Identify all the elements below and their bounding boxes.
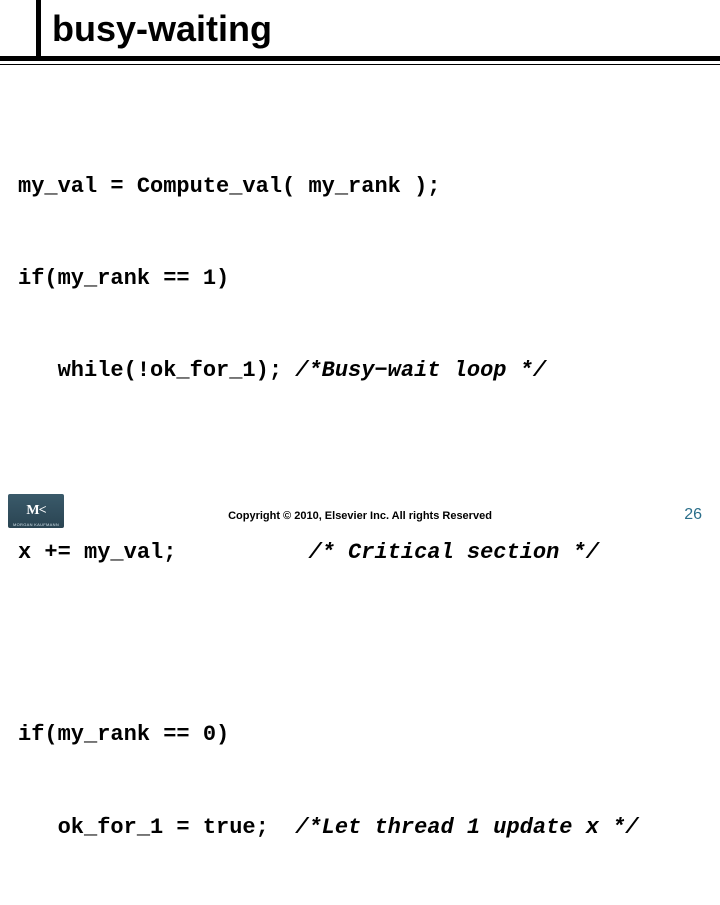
footer: M< MORGAN KAUFMANN Copyright © 2010, Els… — [0, 488, 720, 528]
code-line-5: if(my_rank == 0) — [18, 720, 710, 751]
copyright-text: Copyright © 2010, Elsevier Inc. All righ… — [0, 510, 720, 522]
code-line-4: x += my_val; /* Critical section */ — [18, 538, 710, 569]
code-line-3-comment: /*Busy−wait loop */ — [295, 358, 546, 383]
logo-subtext: MORGAN KAUFMANN — [8, 522, 64, 527]
code-block-3: if(my_rank == 0) ok_for_1 = true; /*Let … — [18, 659, 710, 905]
title-decor-vline — [36, 0, 41, 56]
title-bar: busy-waiting — [0, 0, 720, 68]
code-block-1: my_val = Compute_val( my_rank ); if(my_r… — [18, 110, 710, 449]
code-line-4-comment: /* Critical section */ — [308, 540, 598, 565]
code-line-3-code: while(!ok_for_1); — [18, 358, 295, 383]
code-line-2: if(my_rank == 1) — [18, 264, 710, 295]
code-line-4-code: x += my_val; — [18, 540, 308, 565]
code-line-6-code: ok_for_1 = true; — [18, 815, 295, 840]
page-number: 26 — [684, 506, 702, 524]
code-line-3: while(!ok_for_1); /*Busy−wait loop */ — [18, 356, 710, 387]
title-decor-hline-thick — [0, 56, 720, 61]
slide-title: busy-waiting — [52, 8, 272, 50]
code-line-6-comment: /*Let thread 1 update x */ — [295, 815, 638, 840]
title-decor-hline-thin — [0, 64, 720, 65]
code-line-1: my_val = Compute_val( my_rank ); — [18, 172, 710, 203]
code-line-6: ok_for_1 = true; /*Let thread 1 update x… — [18, 813, 710, 844]
